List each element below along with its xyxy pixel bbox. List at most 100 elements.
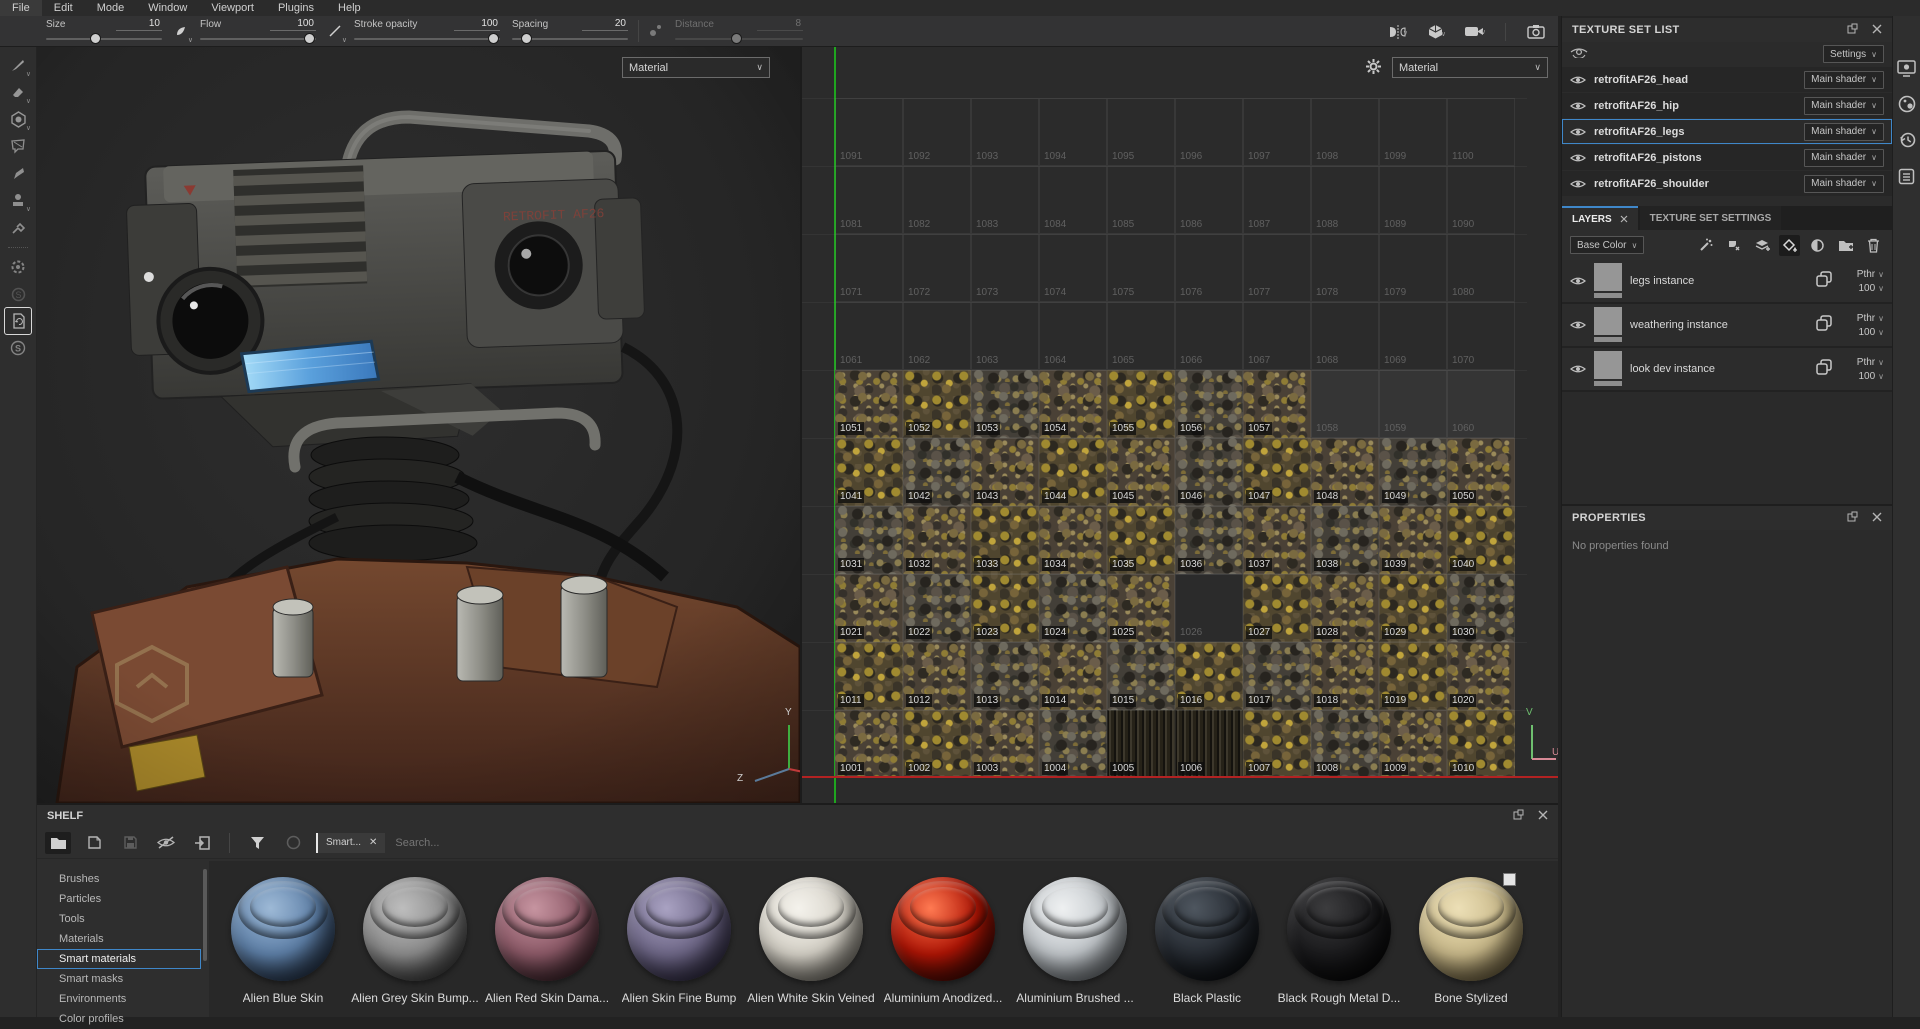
log-icon[interactable] — [1897, 166, 1917, 186]
uv-tile-1012[interactable]: 1012 — [903, 642, 971, 710]
undock-icon[interactable] — [1847, 21, 1858, 39]
texture-set-row-retrofitAF26_head[interactable]: retrofitAF26_headMain shader∨ — [1562, 67, 1892, 92]
uv-tile-1048[interactable]: 1048 — [1311, 438, 1379, 506]
categories-scrollbar[interactable] — [203, 869, 207, 961]
polygon-fill-tool[interactable] — [5, 133, 31, 159]
uv-tile-1016[interactable]: 1016 — [1175, 642, 1243, 710]
shelf-folder-icon[interactable] — [45, 832, 71, 854]
uv-tile-1075[interactable]: 1075 — [1107, 234, 1175, 302]
uv-tile-1052[interactable]: 1052 — [903, 370, 971, 438]
uv-tile-1096[interactable]: 1096 — [1175, 98, 1243, 166]
uv-tile-1008[interactable]: 1008 — [1311, 710, 1379, 778]
material-aluminium-brushed[interactable]: Aluminium Brushed ... — [1009, 875, 1141, 1017]
close-icon[interactable] — [1872, 21, 1882, 39]
uv-tile-1009[interactable]: 1009 — [1379, 710, 1447, 778]
uv-tile-1066[interactable]: 1066 — [1175, 302, 1243, 370]
uv-tile-1062[interactable]: 1062 — [903, 302, 971, 370]
uv-tile-1005[interactable]: 1005 — [1107, 710, 1175, 778]
layer-opacity[interactable]: 100∨ — [1858, 283, 1884, 294]
shelf-category-environments[interactable]: Environments — [37, 989, 201, 1009]
layer-thumbnail[interactable] — [1594, 263, 1622, 299]
uv-tile-1004[interactable]: 1004 — [1039, 710, 1107, 778]
uv-tile-1026[interactable]: 1026 — [1175, 574, 1243, 642]
uv-tile-1054[interactable]: 1054 — [1039, 370, 1107, 438]
flow-value[interactable]: 100 — [270, 18, 316, 31]
shelf-hide-icon[interactable] — [153, 832, 179, 854]
uv-tile-1094[interactable]: 1094 — [1039, 98, 1107, 166]
menu-viewport[interactable]: Viewport — [199, 0, 266, 16]
uv-tile-1099[interactable]: 1099 — [1379, 98, 1447, 166]
uv-tile-1090[interactable]: 1090 — [1447, 166, 1515, 234]
uv-tile-1040[interactable]: 1040 — [1447, 506, 1515, 574]
display-settings-icon[interactable] — [1897, 58, 1917, 78]
uv-tile-1044[interactable]: 1044 — [1039, 438, 1107, 506]
add-layer-icon[interactable] — [1751, 235, 1772, 256]
undock-icon[interactable] — [1513, 807, 1524, 825]
uv-tile-1035[interactable]: 1035 — [1107, 506, 1175, 574]
shelf-category-particles[interactable]: Particles — [37, 889, 201, 909]
visibility-eye-icon[interactable] — [1570, 127, 1586, 137]
uv-tile-1079[interactable]: 1079 — [1379, 234, 1447, 302]
uv-tile-1036[interactable]: 1036 — [1175, 506, 1243, 574]
uv-tile-1002[interactable]: 1002 — [903, 710, 971, 778]
uv-tile-1015[interactable]: 1015 — [1107, 642, 1175, 710]
shelf-search-input[interactable] — [395, 837, 1255, 849]
uv-tile-1011[interactable]: 1011 — [835, 642, 903, 710]
add-folder-icon[interactable] — [1835, 235, 1856, 256]
uv-tile-1091[interactable]: 1091 — [835, 98, 903, 166]
menu-mode[interactable]: Mode — [85, 0, 137, 16]
uv-tile-1029[interactable]: 1029 — [1379, 574, 1447, 642]
layer-visibility-eye-icon[interactable] — [1570, 276, 1586, 286]
layer-thumbnail[interactable] — [1594, 351, 1622, 387]
layer-row-weathering-instance[interactable]: weathering instancePthr∨100∨ — [1562, 304, 1892, 348]
uv-tile-1082[interactable]: 1082 — [903, 166, 971, 234]
texture-set-row-retrofitAF26_hip[interactable]: retrofitAF26_hipMain shader∨ — [1562, 93, 1892, 118]
spacing-value[interactable]: 20 — [582, 18, 628, 31]
tab-texture-set-settings[interactable]: TEXTURE SET SETTINGS — [1640, 206, 1782, 230]
uv-tile-1020[interactable]: 1020 — [1447, 642, 1515, 710]
material-black-rough-metal-d[interactable]: Black Rough Metal D... — [1273, 875, 1405, 1017]
shader-select[interactable]: Main shader∨ — [1804, 71, 1884, 89]
uv-tile-1021[interactable]: 1021 — [835, 574, 903, 642]
shelf-category-smart-masks[interactable]: Smart masks — [37, 969, 201, 989]
uv-tile-1032[interactable]: 1032 — [903, 506, 971, 574]
smart-material-wand-icon[interactable] — [1695, 235, 1716, 256]
uv-tile-1027[interactable]: 1027 — [1243, 574, 1311, 642]
uv-tile-1067[interactable]: 1067 — [1243, 302, 1311, 370]
substance-source-icon[interactable]: S — [5, 335, 31, 361]
screenshot-camera-icon[interactable] — [1524, 24, 1548, 39]
material-alien-skin-fine-bump[interactable]: Alien Skin Fine Bump — [613, 875, 745, 1017]
uv-tile-1069[interactable]: 1069 — [1379, 302, 1447, 370]
uv-tile-1095[interactable]: 1095 — [1107, 98, 1175, 166]
uv-tile-1089[interactable]: 1089 — [1379, 166, 1447, 234]
layer-row-legs-instance[interactable]: legs instancePthr∨100∨ — [1562, 260, 1892, 304]
clone-tool[interactable]: ∨ — [5, 187, 31, 213]
texture-set-settings-button[interactable]: Settings∨ — [1823, 45, 1884, 63]
material-alien-grey-skin-bump[interactable]: Alien Grey Skin Bump... — [349, 875, 481, 1017]
visibility-eye-icon[interactable] — [1570, 179, 1586, 189]
uv-tile-1063[interactable]: 1063 — [971, 302, 1039, 370]
uv-tile-1007[interactable]: 1007 — [1243, 710, 1311, 778]
shader-select[interactable]: Main shader∨ — [1804, 175, 1884, 193]
uv-tile-1050[interactable]: 1050 — [1447, 438, 1515, 506]
flow-slider[interactable] — [200, 33, 316, 44]
filter-chip-smart[interactable]: Smart... ✕ — [316, 833, 385, 853]
uv-tile-1001[interactable]: 1001 — [835, 710, 903, 778]
close-icon[interactable] — [1872, 509, 1882, 527]
visibility-eye-icon[interactable] — [1570, 153, 1586, 163]
uv-tile-1056[interactable]: 1056 — [1175, 370, 1243, 438]
shelf-category-color-profiles[interactable]: Color profiles — [37, 1009, 201, 1029]
uv-tile-1070[interactable]: 1070 — [1447, 302, 1515, 370]
spacing-slider[interactable] — [512, 33, 628, 44]
eye-refresh-icon[interactable] — [1570, 45, 1588, 63]
uv-tile-1100[interactable]: 1100 — [1447, 98, 1515, 166]
camera-view-icon[interactable]: ∨ — [1461, 25, 1487, 38]
uv-tile-1031[interactable]: 1031 — [835, 506, 903, 574]
viewport-3d[interactable]: RETROFIT AF26 — [37, 47, 800, 803]
uv-tile-1083[interactable]: 1083 — [971, 166, 1039, 234]
material-alien-white-skin-veined[interactable]: Alien White Skin Veined — [745, 875, 877, 1017]
uv-tile-1025[interactable]: 1025 — [1107, 574, 1175, 642]
history-icon[interactable] — [1897, 130, 1917, 150]
uv-tile-1059[interactable]: 1059 — [1379, 370, 1447, 438]
uv-tile-1087[interactable]: 1087 — [1243, 166, 1311, 234]
